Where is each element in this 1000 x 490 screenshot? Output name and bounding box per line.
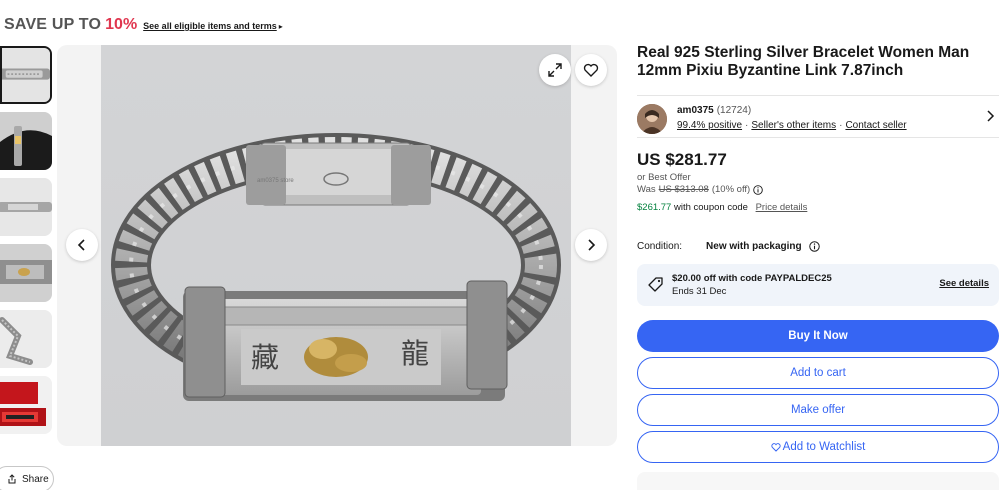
thumbnail-detail-image [0, 244, 52, 302]
see-details-link[interactable]: See details [939, 278, 989, 289]
expand-image-button[interactable] [539, 54, 571, 86]
expand-icon [548, 63, 562, 77]
listing-panel: Real 925 Sterling Silver Bracelet Women … [637, 44, 999, 490]
thumbnail-1[interactable] [0, 46, 52, 104]
main-image-gallery: 藏 龍 am0375 store [57, 45, 617, 446]
add-to-watchlist-label: Add to Watchlist [782, 441, 866, 453]
listing-title: Real 925 Sterling Silver Bracelet Women … [637, 44, 970, 79]
best-offer-label: or Best Offer [637, 172, 691, 183]
price: US $281.77 [637, 150, 727, 169]
seller-other-items-link[interactable]: Seller's other items [751, 120, 836, 131]
thumbnail-3[interactable] [0, 178, 52, 236]
condition-row: Condition: New with packaging [637, 241, 820, 252]
info-icon[interactable] [808, 241, 820, 252]
shipping-info-card [637, 472, 999, 490]
seller-avatar[interactable] [637, 104, 667, 134]
seller-name[interactable]: am0375 [677, 105, 714, 116]
make-offer-label: Make offer [790, 404, 846, 416]
thumbnail-2[interactable] [0, 112, 52, 170]
coupon-price-line: $261.77 with coupon code Price details [637, 202, 807, 213]
chevron-right-icon [588, 239, 596, 251]
was-price: US $313.08 [658, 184, 709, 195]
info-icon[interactable] [753, 184, 763, 195]
promo-banner: SAVE UP TO 10% See all eligible items an… [4, 16, 283, 40]
seller-card[interactable]: am0375 (12724) 99.4% positive · Seller's ot… [637, 95, 999, 138]
main-product-image: 藏 龍 [101, 45, 571, 446]
thumbnail-wrist-image [0, 112, 52, 170]
buy-it-now-button[interactable]: Buy It Now [637, 320, 999, 352]
seller-name-line: am0375 (12724) [677, 105, 751, 116]
coupon-promo-box: $20.00 off with code PAYPALDEC25 Ends 31… [637, 264, 999, 306]
thumbnail-6[interactable] [0, 376, 52, 434]
share-label: Share [22, 473, 49, 485]
discount-label: (10% off) [711, 184, 751, 195]
coupon-price: $261.77 [637, 202, 672, 213]
add-to-cart-label: Add to cart [790, 367, 846, 379]
chevron-right-icon[interactable] [985, 110, 995, 122]
buy-it-now-label: Buy It Now [788, 330, 848, 342]
image-watermark: am0375 store [257, 178, 294, 184]
condition-value: New with packaging [706, 241, 802, 252]
share-button[interactable]: Share [0, 466, 54, 490]
contact-seller-link[interactable]: Contact seller [845, 120, 906, 131]
was-label: Was [637, 184, 656, 195]
promo-title: SAVE UP TO [4, 16, 102, 33]
thumbnail-bracelet-flat-image [0, 178, 52, 236]
condition-label: Condition: [637, 241, 683, 252]
seller-feedback-count: (12724) [716, 105, 752, 116]
was-price-line: Was US $313.08 (10% off) [637, 184, 763, 195]
next-image-button[interactable] [575, 229, 607, 261]
thumbnail-4[interactable] [0, 244, 52, 302]
separator: · [839, 120, 843, 131]
thumbnail-bracelet-image [2, 48, 50, 102]
svg-text:龍: 龍 [401, 337, 429, 370]
add-to-watchlist-button[interactable]: Add to Watchlist [637, 431, 999, 463]
promo-terms-link[interactable]: See all eligible items and terms [143, 21, 277, 31]
previous-image-button[interactable] [66, 229, 98, 261]
thumbnail-gift-box-image [0, 376, 52, 434]
price-details-link[interactable]: Price details [756, 202, 808, 213]
separator: · [745, 120, 749, 131]
watch-heart-button[interactable] [575, 54, 607, 86]
coupon-tag-icon [648, 277, 663, 292]
svg-text:藏: 藏 [251, 341, 279, 374]
coupon-offer-text: $20.00 off with code PAYPALDEC25 [672, 273, 832, 284]
thumbnail-chain-image [0, 310, 52, 368]
heart-icon [771, 443, 781, 452]
share-icon [8, 474, 16, 484]
promo-percent: 10% [105, 16, 138, 33]
seller-positive-link[interactable]: 99.4% positive [677, 120, 742, 131]
coupon-text: with coupon code [673, 202, 748, 213]
make-offer-button[interactable]: Make offer [637, 394, 999, 426]
chevron-left-icon [77, 239, 85, 251]
add-to-cart-button[interactable]: Add to cart [637, 357, 999, 389]
heart-icon [583, 63, 599, 77]
coupon-end-date: Ends 31 Dec [672, 286, 727, 297]
promo-arrow-icon: ▸ [278, 22, 283, 31]
thumbnail-5[interactable] [0, 310, 52, 368]
seller-links: 99.4% positive · Seller's other items · Cont… [677, 120, 907, 131]
